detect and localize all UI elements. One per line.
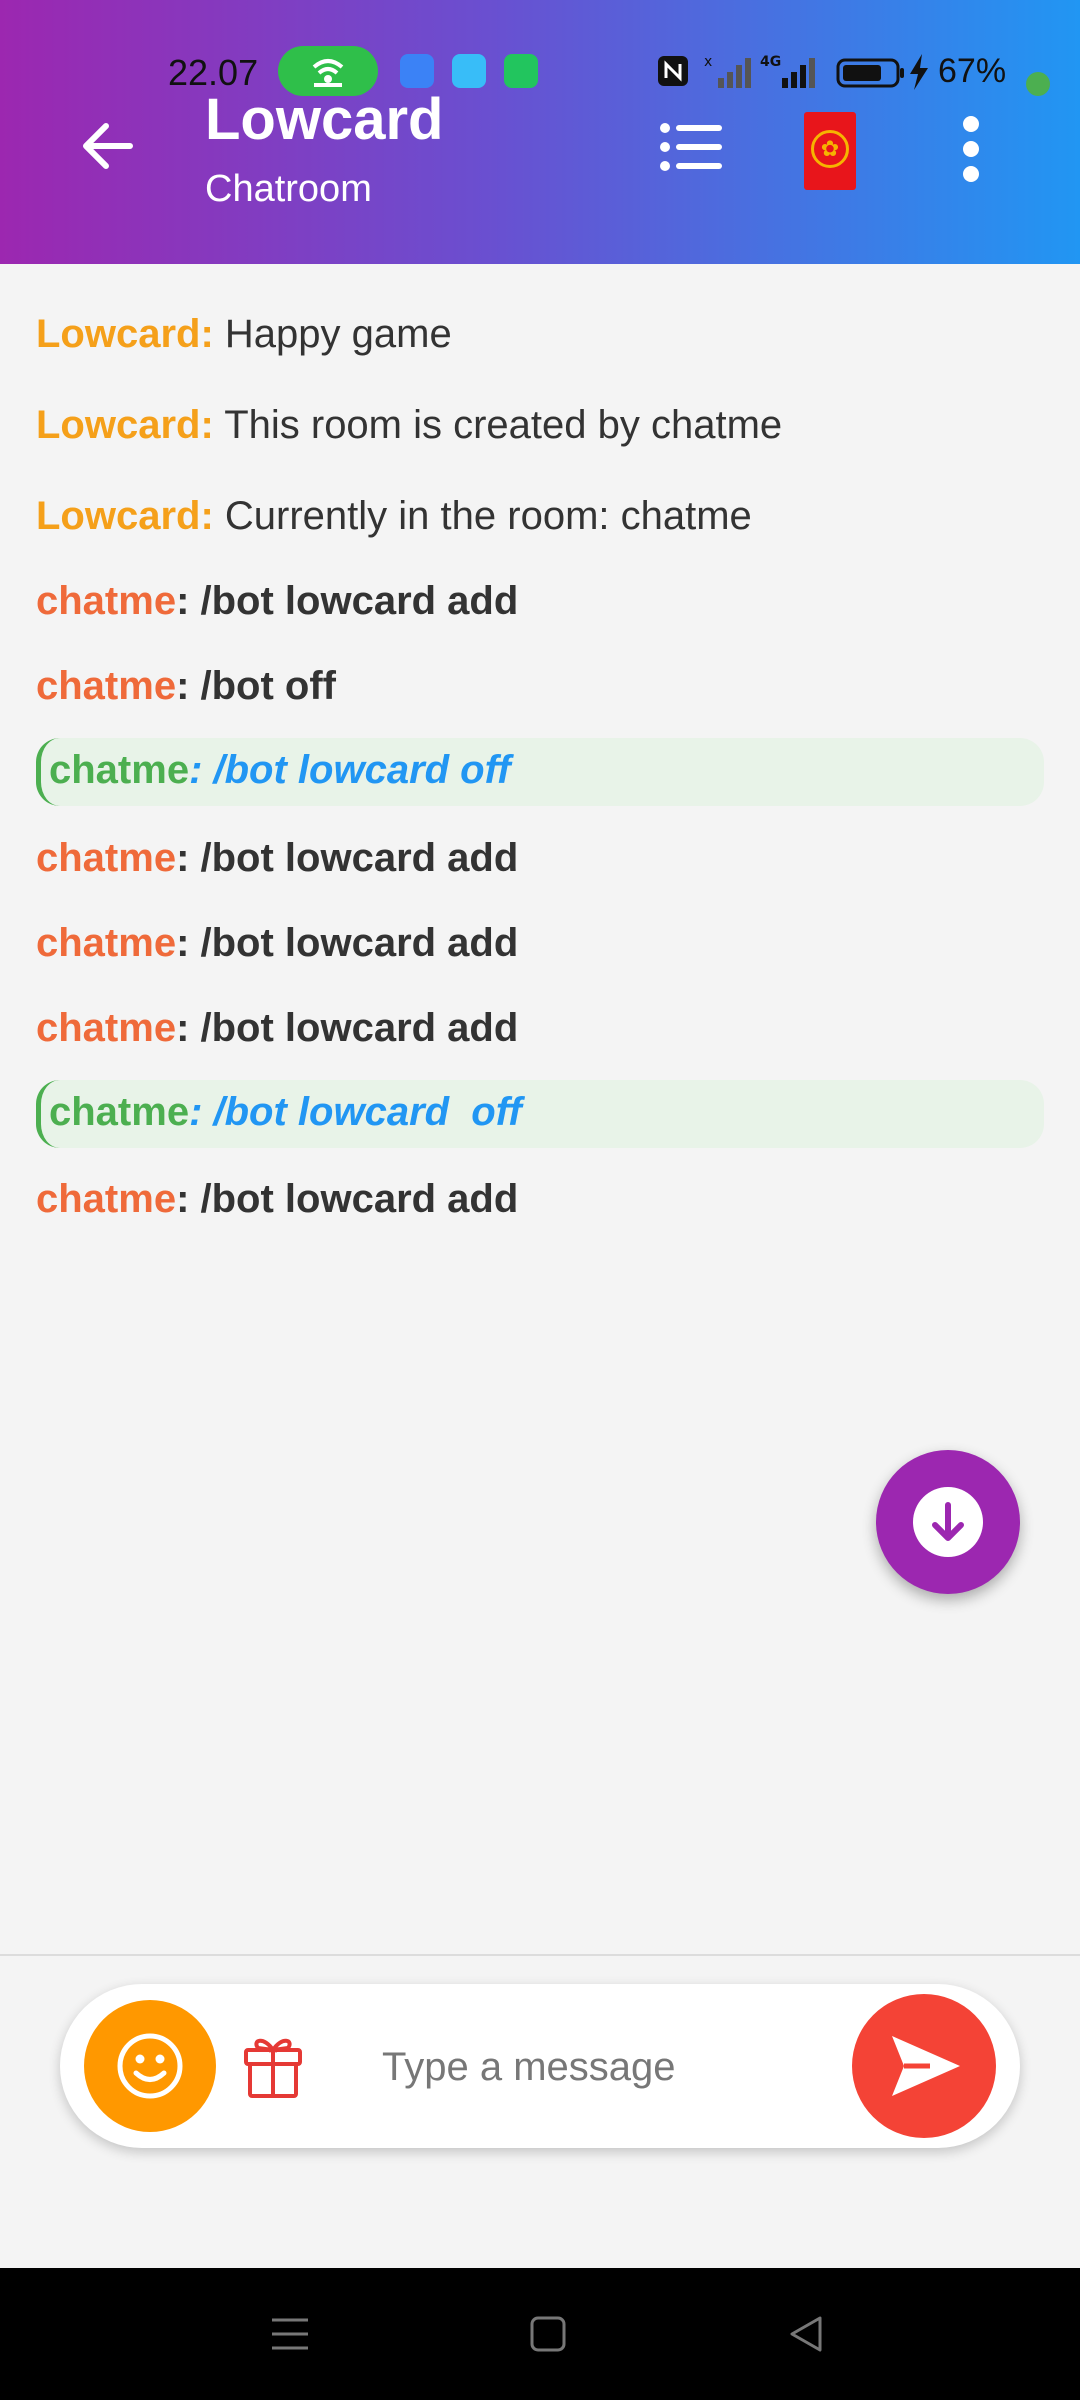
message-row: chatme: /bot lowcard add bbox=[36, 836, 518, 881]
scroll-to-bottom-button[interactable] bbox=[876, 1450, 1020, 1594]
list-icon[interactable] bbox=[660, 122, 722, 172]
message-text: Currently in the room: chatme bbox=[213, 494, 752, 538]
system-nav-bar bbox=[0, 2268, 1080, 2400]
message-sender[interactable]: chatme: /bot lowcard off bbox=[49, 748, 511, 793]
highlighted-message-row: chatme: /bot lowcard off bbox=[36, 738, 1044, 806]
message-sender[interactable]: chatme bbox=[36, 836, 176, 880]
message-text: : /bot lowcard add bbox=[176, 836, 519, 880]
message-sender[interactable]: chatme bbox=[36, 664, 176, 708]
status-bar: 22.07 x 4G 67% bbox=[0, 44, 1080, 100]
back-nav-icon[interactable] bbox=[784, 2312, 828, 2356]
gift-icon[interactable] bbox=[242, 2032, 304, 2100]
composer-divider bbox=[0, 1954, 1080, 1956]
app-header: 22.07 x 4G 67% Lowcard Chatroom ✿ bbox=[0, 0, 1080, 264]
message-text: : /bot lowcard off bbox=[189, 1090, 522, 1134]
message-text: : /bot off bbox=[176, 664, 336, 708]
nfc-icon bbox=[658, 56, 688, 86]
signal-icon: x bbox=[704, 54, 751, 88]
fu-coin-icon: ✿ bbox=[811, 130, 849, 168]
highlighted-message-row: chatme: /bot lowcard off bbox=[36, 1080, 1044, 1148]
message-row: chatme: /bot lowcard add bbox=[36, 1177, 518, 1222]
emoji-button[interactable] bbox=[84, 2000, 216, 2132]
room-subtitle: Chatroom bbox=[205, 168, 372, 210]
svg-text:4G: 4G bbox=[760, 54, 781, 70]
menu-nav-icon[interactable] bbox=[268, 2312, 312, 2356]
battery-icon bbox=[836, 58, 904, 88]
message-row: Lowcard: Currently in the room: chatme bbox=[36, 494, 752, 539]
message-sender[interactable]: Lowcard: bbox=[36, 403, 214, 447]
message-text: This room is created by chatme bbox=[213, 403, 783, 447]
charging-icon bbox=[910, 54, 928, 90]
back-arrow-icon[interactable] bbox=[78, 116, 138, 176]
svg-text:x: x bbox=[704, 54, 712, 70]
4g-signal-icon: 4G bbox=[760, 54, 815, 88]
red-envelope-icon[interactable]: ✿ bbox=[804, 112, 856, 190]
message-sender[interactable]: Lowcard: bbox=[36, 312, 214, 356]
home-nav-icon[interactable] bbox=[526, 2312, 570, 2356]
phone-notification-icon bbox=[504, 54, 538, 88]
send-icon bbox=[892, 2036, 960, 2096]
cart-notification-icon bbox=[452, 54, 486, 88]
message-text: : /bot lowcard off bbox=[189, 748, 511, 792]
send-button[interactable] bbox=[852, 1994, 996, 2138]
message-input[interactable] bbox=[380, 2030, 864, 2104]
message-row: chatme: /bot lowcard add bbox=[36, 921, 518, 966]
more-vert-icon[interactable] bbox=[960, 114, 982, 184]
arrow-down-icon bbox=[932, 1502, 964, 1541]
message-sender[interactable]: Lowcard: bbox=[36, 494, 214, 538]
message-sender[interactable]: chatme bbox=[36, 921, 176, 965]
message-text: : /bot lowcard add bbox=[176, 921, 519, 965]
message-row: Lowcard: This room is created by chatme bbox=[36, 403, 782, 448]
room-title: Lowcard bbox=[205, 87, 444, 152]
battery-percentage: 67% bbox=[938, 52, 1007, 90]
android-notification-icon bbox=[400, 54, 434, 88]
message-sender[interactable]: chatme bbox=[36, 579, 176, 623]
message-sender[interactable]: chatme: /bot lowcard off bbox=[49, 1090, 522, 1135]
emoji-icon bbox=[117, 2033, 183, 2099]
message-row: chatme: /bot off bbox=[36, 664, 336, 709]
message-composer bbox=[60, 1984, 1020, 2148]
message-row: Lowcard: Happy game bbox=[36, 312, 452, 357]
message-sender[interactable]: chatme bbox=[36, 1177, 176, 1221]
message-text: : /bot lowcard add bbox=[176, 1177, 519, 1221]
message-row: chatme: /bot lowcard add bbox=[36, 579, 518, 624]
privacy-indicator-dot bbox=[1026, 72, 1050, 96]
message-text: : /bot lowcard add bbox=[176, 1006, 519, 1050]
message-row: chatme: /bot lowcard add bbox=[36, 1006, 518, 1051]
message-sender[interactable]: chatme bbox=[36, 1006, 176, 1050]
message-text: : /bot lowcard add bbox=[176, 579, 519, 623]
scroll-button-inner bbox=[913, 1487, 983, 1557]
message-text: Happy game bbox=[213, 312, 452, 356]
